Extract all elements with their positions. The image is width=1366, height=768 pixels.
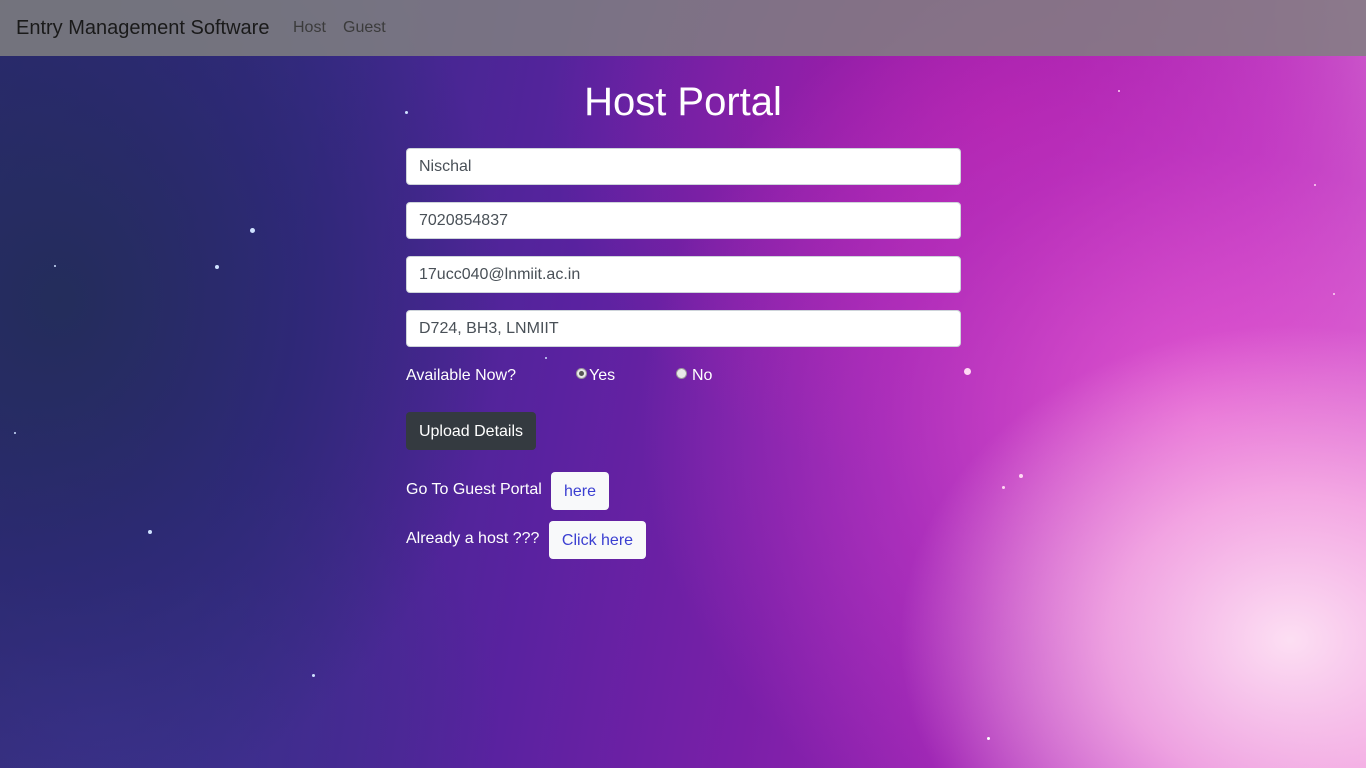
star-decoration (1019, 474, 1023, 478)
star-decoration (1333, 293, 1335, 295)
star-decoration (964, 368, 971, 375)
star-decoration (1002, 486, 1005, 489)
star-decoration (148, 530, 152, 534)
top-navbar: Entry Management Software Host Guest (0, 0, 1366, 56)
star-decoration (545, 357, 547, 359)
name-field[interactable] (406, 148, 961, 185)
star-decoration (215, 265, 219, 269)
email-field[interactable] (406, 256, 961, 293)
upload-details-button[interactable]: Upload Details (406, 412, 536, 450)
star-decoration (250, 228, 255, 233)
star-decoration (1314, 184, 1316, 186)
star-decoration (54, 265, 56, 267)
available-no-radio[interactable] (676, 368, 687, 379)
available-yes-label[interactable]: Yes (589, 366, 615, 386)
star-decoration (14, 432, 16, 434)
nav-link-guest[interactable]: Guest (343, 18, 386, 38)
nav-link-host[interactable]: Host (293, 18, 326, 38)
existing-host-prompt: Already a host ??? (406, 530, 540, 547)
available-label: Available Now? (406, 367, 516, 384)
star-decoration (987, 737, 990, 740)
navbar-brand[interactable]: Entry Management Software (16, 16, 269, 40)
guest-portal-prompt: Go To Guest Portal (406, 481, 542, 498)
address-field[interactable] (406, 310, 961, 347)
phone-field[interactable] (406, 202, 961, 239)
guest-portal-button[interactable]: here (551, 472, 609, 510)
page-title: Host Portal (584, 80, 782, 124)
available-no-label[interactable]: No (692, 366, 712, 386)
existing-host-button[interactable]: Click here (549, 521, 646, 559)
star-decoration (312, 674, 315, 677)
available-yes-radio[interactable] (576, 368, 587, 379)
